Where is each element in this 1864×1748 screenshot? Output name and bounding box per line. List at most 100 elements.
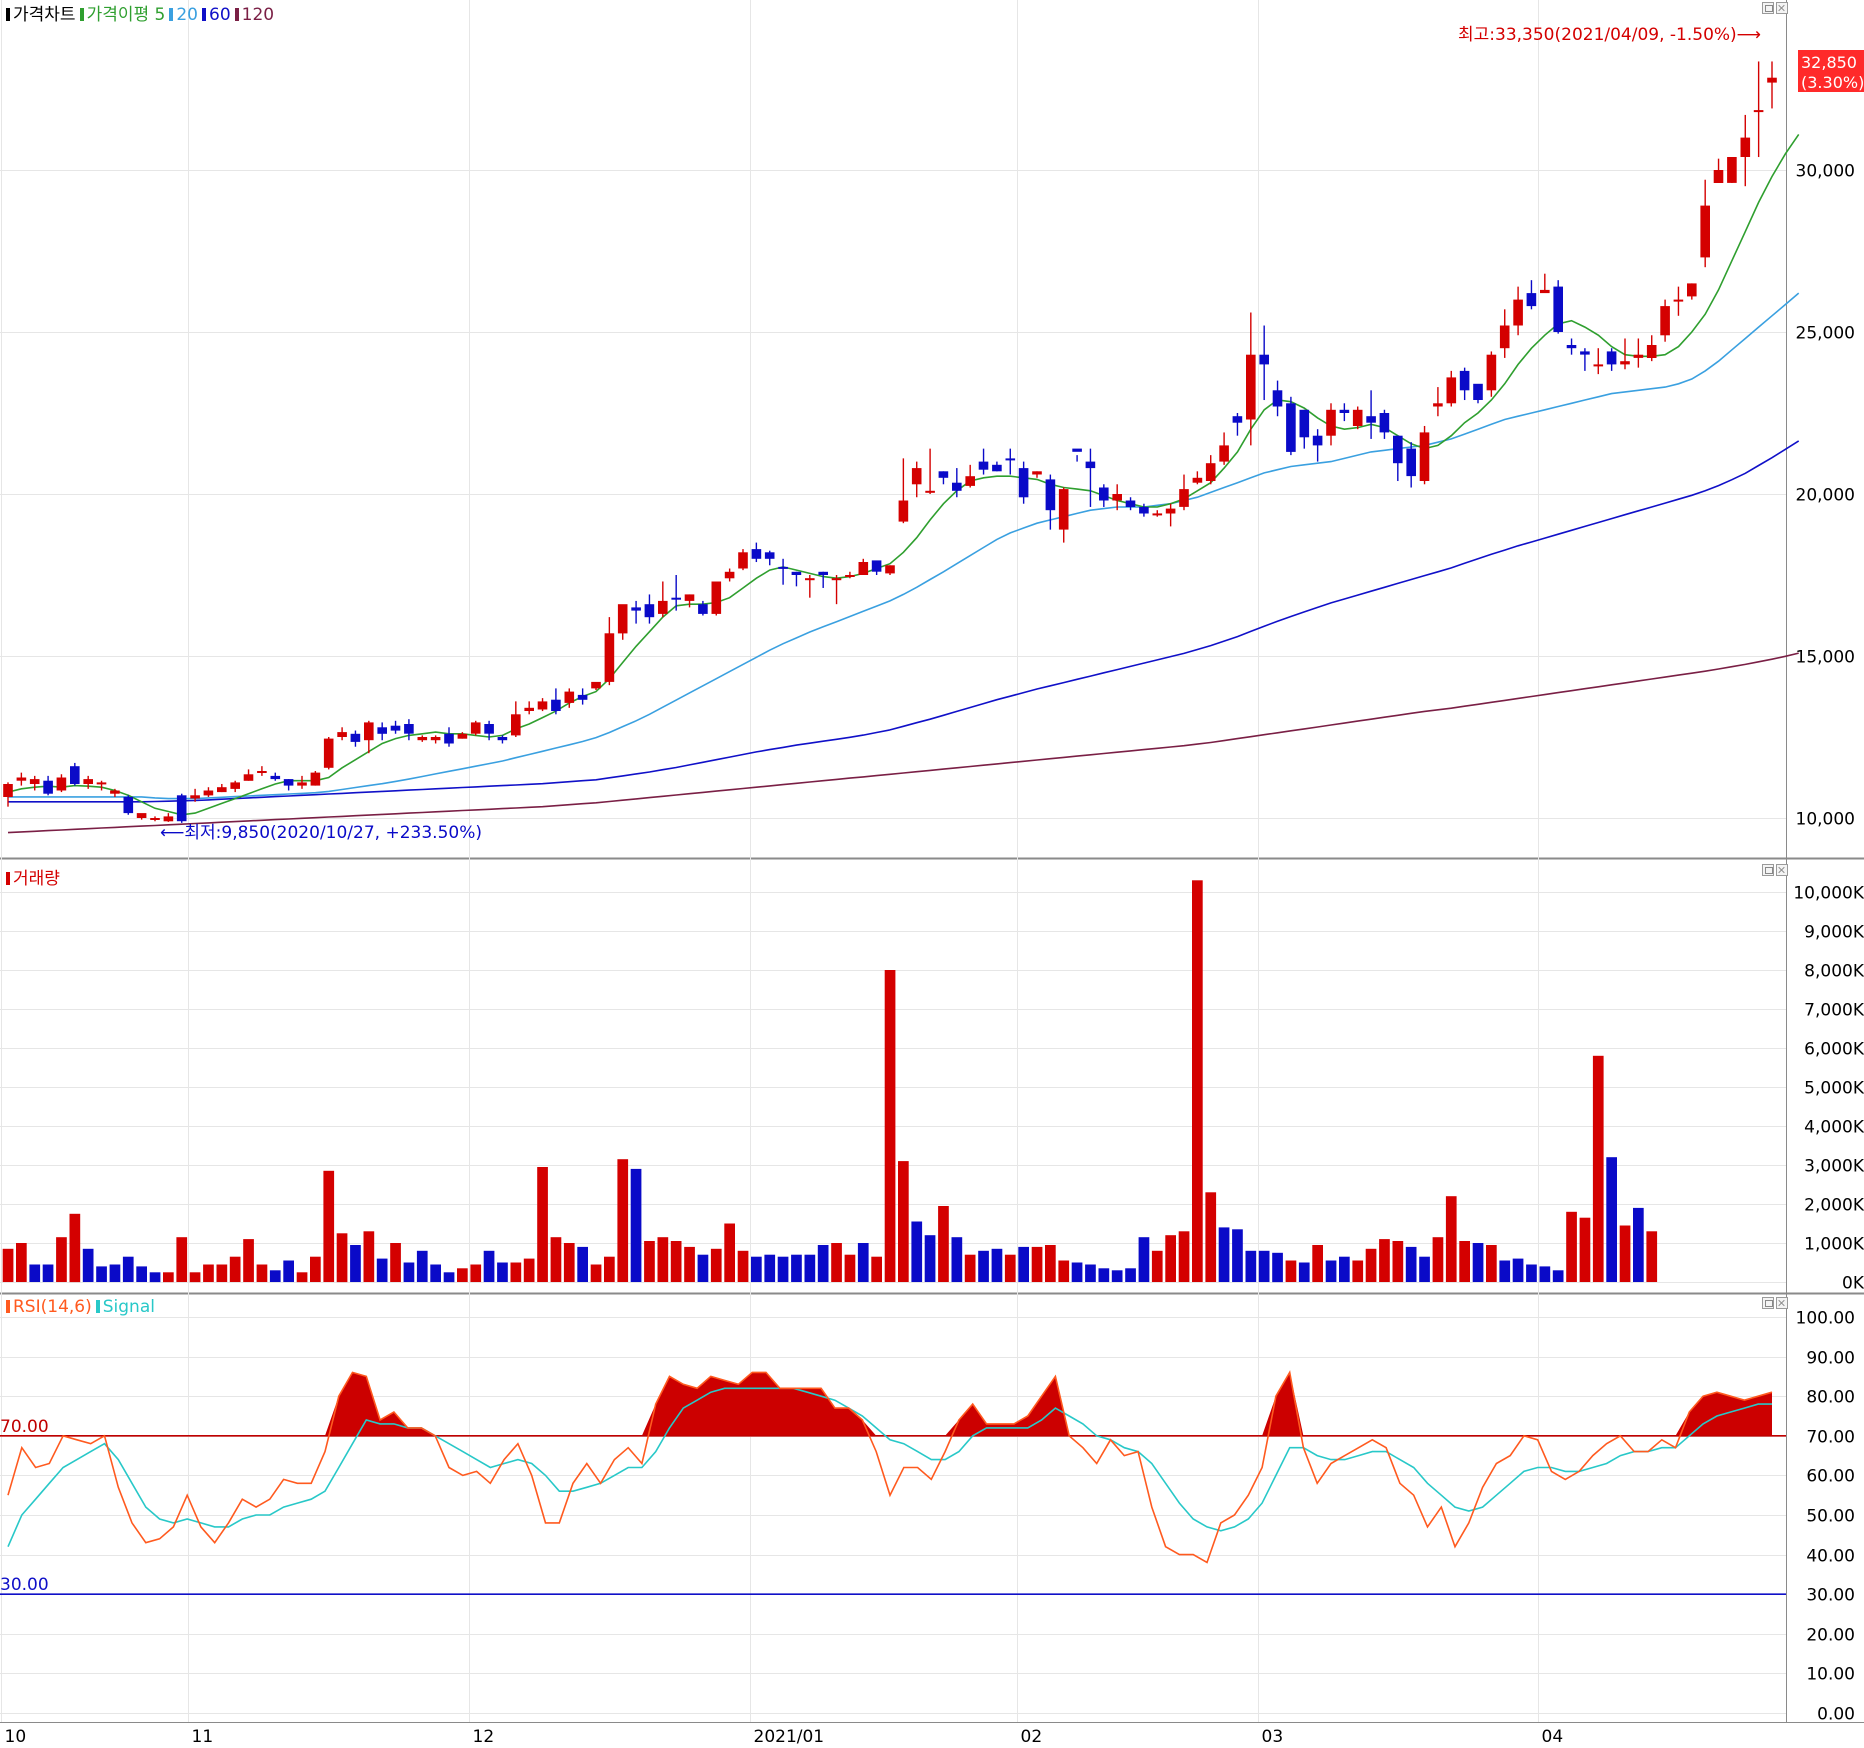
volume-bar	[189, 1272, 201, 1283]
volume-bar	[1272, 1252, 1283, 1283]
volume-bar	[1045, 1245, 1056, 1282]
volume-bar	[350, 1245, 361, 1282]
candle-body	[1526, 293, 1537, 307]
legend-label[interactable]: 가격차트	[13, 5, 76, 25]
volume-bar	[697, 1254, 709, 1282]
candle-body	[1219, 445, 1229, 462]
candle-body	[658, 600, 668, 614]
volume-bar	[443, 1272, 455, 1283]
candle-body	[110, 790, 120, 794]
legend-swatch	[95, 1300, 100, 1313]
candle-body	[1727, 157, 1737, 183]
stock-chart[interactable]: 10 11 12 2021/01 02 03 04 10,000 15,000 20,000 25,…	[0, 0, 1864, 1748]
legend-label[interactable]: 20	[176, 5, 198, 25]
volume-bar	[1365, 1248, 1377, 1282]
candle-body	[898, 500, 909, 522]
candle-body	[43, 780, 53, 794]
candle-body	[16, 777, 27, 781]
price-panel-minimize-icon[interactable]	[1762, 2, 1774, 14]
rsi-panel-minimize-icon[interactable]	[1762, 1297, 1774, 1309]
legend-label[interactable]: 5	[155, 5, 166, 25]
legend-label[interactable]: 120	[242, 5, 274, 25]
volume-panel-close-icon[interactable]	[1776, 864, 1788, 876]
candle-body	[1580, 351, 1590, 355]
volume-bar	[42, 1264, 54, 1282]
candle-body	[1419, 432, 1430, 481]
rsi-y-tick-label: 70.00	[1806, 1428, 1855, 1448]
candle-body	[751, 549, 762, 559]
volume-bar	[1579, 1217, 1591, 1282]
candle-body	[965, 476, 975, 486]
rsi-panel-close-icon[interactable]	[1776, 1297, 1788, 1309]
volume-bar	[1138, 1237, 1150, 1282]
candle-body	[337, 732, 347, 737]
candle-body	[1339, 409, 1350, 413]
legend-label[interactable]: 60	[209, 5, 231, 25]
candle-body	[1566, 345, 1577, 349]
legend-label[interactable]: 거래량	[13, 869, 60, 889]
volume-bar	[483, 1250, 495, 1282]
volume-bar	[1526, 1264, 1537, 1282]
volume-bar	[1646, 1231, 1658, 1282]
candle-body	[1192, 477, 1203, 483]
candle-body	[1499, 325, 1510, 349]
volume-legend: 거래량	[2, 864, 60, 889]
candle-body	[938, 471, 949, 478]
volume-bar	[430, 1264, 441, 1282]
candle-body	[1045, 479, 1056, 511]
rsi-y-tick-label: 80.00	[1806, 1388, 1855, 1408]
volume-y-tick-label: 10,000K	[1793, 884, 1864, 904]
candle-body	[1633, 354, 1644, 358]
low-price-annotation: ⟵최저:9,850(2020/10/27, +233.50%)	[160, 823, 482, 843]
volume-bar	[1285, 1260, 1297, 1282]
candle-body	[604, 633, 615, 682]
candle-body	[845, 575, 855, 577]
candle-body	[457, 733, 468, 739]
volume-bar	[416, 1250, 428, 1282]
volume-bar	[56, 1237, 67, 1282]
candle-body	[698, 604, 708, 614]
volume-bar	[1512, 1258, 1524, 1282]
legend-label[interactable]: Signal	[103, 1297, 155, 1317]
candle-body	[203, 790, 214, 796]
legend-label[interactable]: RSI(14,6)	[13, 1297, 92, 1317]
volume-bar	[1165, 1235, 1176, 1282]
price-y-tick-label: 20,000	[1796, 486, 1855, 506]
rsi-y-tick-label: 50.00	[1806, 1507, 1855, 1527]
candle-body	[764, 552, 775, 559]
price-panel-close-icon[interactable]	[1776, 2, 1788, 14]
candle-body	[1540, 289, 1550, 294]
candle-body	[992, 464, 1002, 472]
volume-bar	[296, 1272, 308, 1283]
volume-panel-minimize-icon[interactable]	[1762, 864, 1774, 876]
volume-bar	[844, 1254, 856, 1282]
volume-bar	[96, 1266, 107, 1282]
candle-body	[551, 699, 561, 711]
legend-label[interactable]: 가격이평	[87, 5, 150, 25]
volume-bar	[898, 1161, 909, 1282]
volume-bar	[964, 1254, 976, 1282]
legend-swatch	[6, 872, 10, 885]
candle-body	[404, 724, 414, 734]
candle-body	[297, 782, 307, 786]
rsi-y-tick-label: 60.00	[1806, 1467, 1855, 1487]
legend-swatch	[6, 8, 10, 21]
legend-swatch	[234, 8, 239, 21]
rsi-y-tick-label: 10.00	[1806, 1665, 1855, 1685]
candle-body	[724, 571, 735, 579]
volume-bar	[1192, 880, 1203, 1282]
volume-bar	[1325, 1260, 1337, 1282]
candle-body	[1553, 286, 1563, 332]
volume-bar	[804, 1254, 816, 1282]
volume-y-tick-label: 2,000K	[1804, 1196, 1864, 1216]
candle-body	[136, 813, 147, 818]
candle-body	[684, 594, 695, 601]
candle-body	[1433, 403, 1443, 407]
volume-bar	[497, 1262, 508, 1282]
volume-bar	[390, 1243, 401, 1282]
candle-body	[1606, 351, 1617, 365]
candle-body	[1740, 137, 1751, 157]
candle-body	[911, 468, 922, 485]
x-tick-label: 02	[1021, 1727, 1043, 1747]
volume-bar	[243, 1239, 254, 1282]
